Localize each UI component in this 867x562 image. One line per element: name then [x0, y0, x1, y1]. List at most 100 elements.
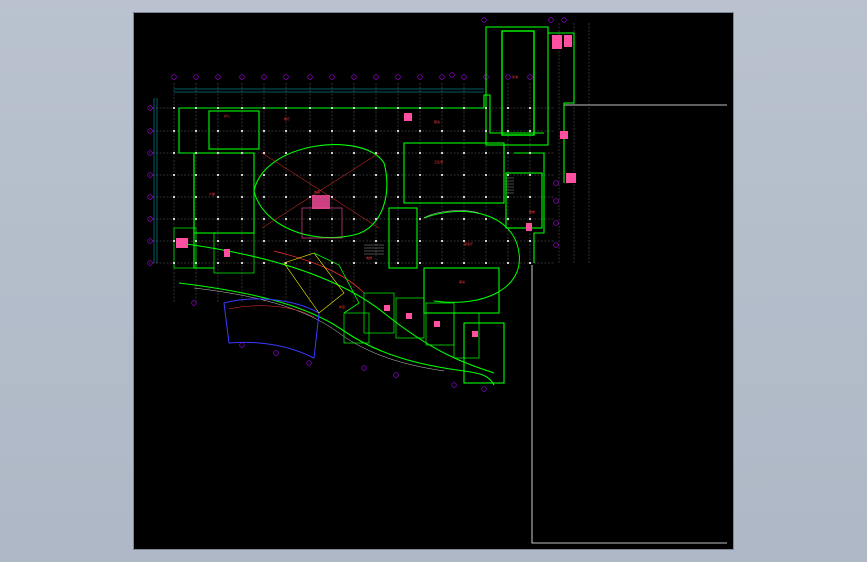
column — [485, 174, 487, 176]
axis-bubble — [373, 74, 379, 80]
column — [397, 240, 399, 242]
sheet-frame-lines — [531, 104, 727, 544]
column — [285, 107, 287, 109]
column — [285, 174, 287, 176]
column — [397, 262, 399, 264]
column — [173, 240, 175, 242]
column — [419, 196, 421, 198]
axis-bubble — [191, 300, 197, 306]
restaurant-label: 餐厅 — [284, 116, 290, 121]
column — [309, 262, 311, 264]
column — [195, 196, 197, 198]
column — [529, 107, 531, 109]
column — [285, 196, 287, 198]
column — [375, 218, 377, 220]
axis-bubble — [393, 372, 399, 378]
column — [195, 218, 197, 220]
column — [485, 196, 487, 198]
structural-columns — [173, 107, 531, 264]
column — [529, 262, 531, 264]
column — [173, 174, 175, 176]
column — [217, 174, 219, 176]
axis-bubble — [361, 365, 367, 371]
column — [441, 107, 443, 109]
axis-bubble — [283, 74, 289, 80]
column — [507, 107, 509, 109]
column — [507, 130, 509, 132]
column — [507, 196, 509, 198]
atrium: 中庭 — [253, 144, 388, 239]
column — [241, 196, 243, 198]
column — [263, 218, 265, 220]
column — [485, 107, 487, 109]
column — [529, 152, 531, 154]
column — [217, 107, 219, 109]
shop-label: 商店 — [339, 304, 345, 309]
column — [463, 262, 465, 264]
column — [529, 174, 531, 176]
column — [397, 107, 399, 109]
column — [353, 262, 355, 264]
column — [217, 196, 219, 198]
column — [241, 262, 243, 264]
column — [353, 152, 355, 154]
column — [263, 262, 265, 264]
curved-wing — [178, 242, 495, 386]
drawing-canvas[interactable]: 中庭 宴会厅 办公 餐厅 厨房 泳池 卫生间 大堂 商店 库房 楼梯 电梯 — [134, 13, 733, 549]
column — [173, 218, 175, 220]
column — [195, 107, 197, 109]
column — [285, 262, 287, 264]
column — [397, 130, 399, 132]
column — [419, 152, 421, 154]
column — [309, 130, 311, 132]
column — [463, 196, 465, 198]
column — [485, 240, 487, 242]
walls — [178, 26, 575, 384]
lobby-label: 大堂 — [209, 191, 215, 196]
column — [263, 240, 265, 242]
column — [309, 152, 311, 154]
column — [195, 240, 197, 242]
axis-bubble — [351, 74, 357, 80]
column — [309, 107, 311, 109]
column — [241, 174, 243, 176]
cad-viewer: 中庭 宴会厅 办公 餐厅 厨房 泳池 卫生间 大堂 商店 库房 楼梯 电梯 — [0, 0, 867, 562]
banquet-hall: 宴会厅 — [423, 210, 520, 303]
column — [375, 107, 377, 109]
column — [441, 130, 443, 132]
column — [441, 240, 443, 242]
axis-bubble — [239, 342, 245, 348]
axis-bubble — [239, 74, 245, 80]
column — [397, 218, 399, 220]
column — [441, 218, 443, 220]
axis-bubble — [481, 386, 487, 392]
column — [375, 196, 377, 198]
column — [463, 174, 465, 176]
axis-bubble — [417, 74, 423, 80]
column — [375, 152, 377, 154]
column — [309, 174, 311, 176]
column — [263, 174, 265, 176]
axis-bubble — [481, 17, 487, 23]
atrium-label: 中庭 — [314, 189, 320, 194]
column — [463, 107, 465, 109]
column — [419, 262, 421, 264]
column — [217, 218, 219, 220]
axis-bubble — [548, 17, 554, 23]
axis-bubble — [273, 350, 279, 356]
axis-bubble — [261, 74, 267, 80]
column — [529, 240, 531, 242]
column — [485, 218, 487, 220]
column — [285, 240, 287, 242]
column — [485, 130, 487, 132]
column — [463, 240, 465, 242]
column — [309, 240, 311, 242]
axis-bubble — [307, 74, 313, 80]
column — [397, 152, 399, 154]
column — [419, 174, 421, 176]
column — [397, 174, 399, 176]
column — [263, 196, 265, 198]
column — [285, 218, 287, 220]
column — [441, 196, 443, 198]
column — [173, 107, 175, 109]
